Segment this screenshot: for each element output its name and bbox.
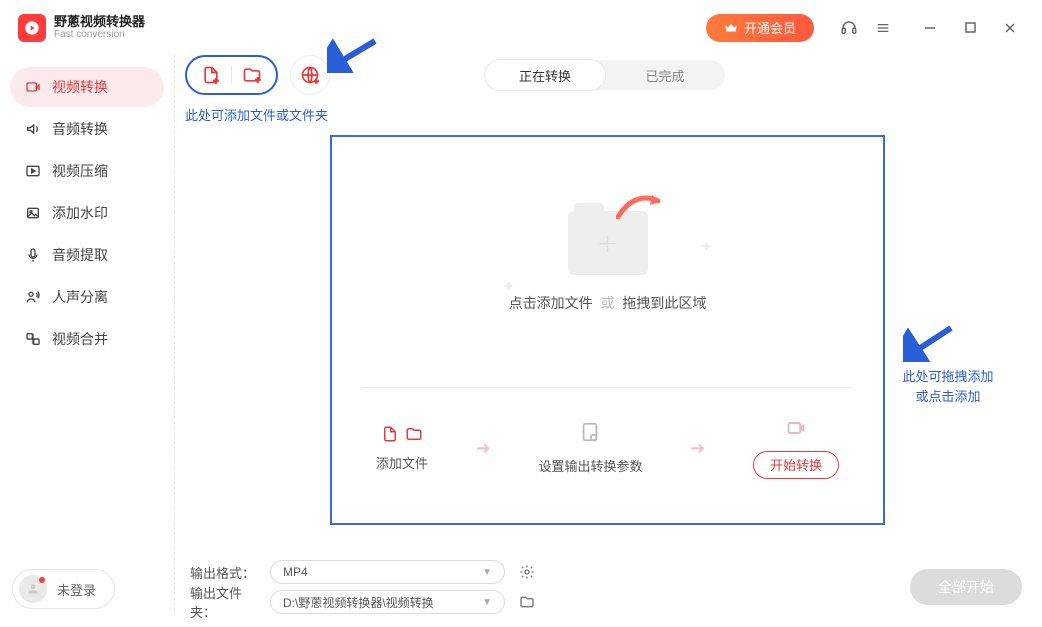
- step-add-file: 添加文件: [376, 425, 428, 472]
- app-subtitle: Fast conversion: [54, 29, 145, 40]
- maximize-button[interactable]: [950, 11, 990, 45]
- login-button[interactable]: 未登录: [12, 569, 115, 609]
- folder-plus-icon: [405, 425, 423, 443]
- video-merge-icon: [24, 331, 42, 347]
- audio-convert-icon: [24, 121, 42, 137]
- output-format-label: 输出格式：: [190, 563, 260, 582]
- globe-icon: +: [300, 65, 320, 85]
- drop-zone-top: ✦ ✦ + ＋ 点击添加文件 或 拖拽到此区域: [332, 137, 883, 387]
- main-area: + + + 此处可添加文件或文件夹 正在转换 已完成 ✦ ✦ +: [175, 55, 1042, 627]
- app-logo-icon: [18, 14, 46, 42]
- menu-icon[interactable]: [866, 11, 900, 45]
- tab-done[interactable]: 已完成: [605, 60, 725, 90]
- sidebar: 视频转换 音频转换 视频压缩 添加水印 音频提取 人声分离 视频合并: [0, 55, 175, 610]
- start-convert-button[interactable]: 开始转换: [753, 451, 839, 479]
- steps-row: 添加文件 ➜ 设置输出转换参数 ➜ 开始转换: [332, 388, 883, 508]
- output-format-select[interactable]: MP4 ▼: [270, 560, 505, 584]
- step-label: 设置输出转换参数: [538, 456, 642, 475]
- output-folder-select[interactable]: D:\野蔥视频转换器\视频转换 ▼: [270, 590, 505, 614]
- arrow-icon: ➜: [690, 438, 705, 459]
- app-logo: 野蔥视频转换器 Fast conversion: [18, 14, 145, 42]
- output-controls: 输出格式： MP4 ▼ 输出文件夹： D:\野蔥视频转换器\视频转换 ▼ 全部开…: [190, 557, 1027, 617]
- svg-text:+: +: [314, 76, 319, 85]
- annotation-arrow-icon: [327, 35, 377, 73]
- or-text: 或: [601, 295, 615, 311]
- tab-converting[interactable]: 正在转换: [485, 60, 605, 90]
- video-convert-icon: [24, 79, 42, 95]
- sparkle-icon: +: [694, 299, 703, 317]
- avatar-icon: [19, 575, 47, 603]
- status-tabs: 正在转换 已完成: [485, 60, 725, 90]
- add-file-button[interactable]: +: [201, 65, 221, 85]
- add-file-folder-group: + +: [185, 55, 278, 95]
- crown-icon: [724, 21, 738, 35]
- close-button[interactable]: [990, 11, 1030, 45]
- titlebar: 野蔥视频转换器 Fast conversion 开通会员: [0, 0, 1042, 55]
- sidebar-item-video-merge[interactable]: 视频合并: [10, 319, 164, 359]
- sparkle-icon: ✦: [700, 237, 713, 257]
- folder-illustration: ＋: [568, 211, 648, 275]
- output-folder-label: 输出文件夹：: [190, 583, 260, 621]
- sidebar-item-label: 视频压缩: [52, 161, 108, 181]
- chevron-down-icon: ▼: [482, 567, 492, 578]
- step-label: 添加文件: [376, 453, 428, 472]
- step-settings: 设置输出转换参数: [538, 421, 642, 475]
- app-title: 野蔥视频转换器: [54, 15, 145, 29]
- toolbar: + + +: [185, 55, 330, 95]
- sidebar-item-audio-convert[interactable]: 音频转换: [10, 109, 164, 149]
- vip-label: 开通会员: [744, 18, 796, 37]
- format-settings-button[interactable]: [515, 560, 539, 584]
- select-value: MP4: [283, 565, 308, 579]
- arrow-icon: ➜: [476, 438, 491, 459]
- sparkle-icon: ✦: [502, 277, 515, 297]
- annotation-arrow-icon: [903, 322, 953, 362]
- add-folder-button[interactable]: +: [242, 65, 262, 85]
- sidebar-item-label: 视频转换: [52, 77, 108, 97]
- camera-icon: [784, 418, 808, 438]
- click-add-text: 点击添加文件: [509, 295, 593, 311]
- sidebar-item-label: 音频转换: [52, 119, 108, 139]
- sidebar-item-label: 音频提取: [52, 245, 108, 265]
- start-all-button[interactable]: 全部开始: [910, 569, 1022, 605]
- minimize-button[interactable]: [910, 11, 950, 45]
- drop-zone[interactable]: ✦ ✦ + ＋ 点击添加文件 或 拖拽到此区域 添加文件 ➜: [330, 135, 885, 525]
- sidebar-item-label: 添加水印: [52, 203, 108, 223]
- sidebar-item-label: 人声分离: [52, 287, 108, 307]
- video-compress-icon: [24, 163, 42, 179]
- annotation-drop-hint: 此处可拖拽添加 或点击添加: [893, 367, 1003, 406]
- window-controls: [910, 11, 1030, 45]
- annotation-add-hint: 此处可添加文件或文件夹: [185, 105, 328, 124]
- sidebar-item-watermark[interactable]: 添加水印: [10, 193, 164, 233]
- support-icon[interactable]: [832, 11, 866, 45]
- file-plus-icon: [381, 425, 399, 443]
- swoosh-icon: [616, 191, 662, 221]
- add-url-button[interactable]: +: [290, 55, 330, 95]
- login-label: 未登录: [57, 580, 96, 599]
- drop-zone-text: 点击添加文件 或 拖拽到此区域: [509, 293, 707, 313]
- sidebar-item-label: 视频合并: [52, 329, 108, 349]
- sidebar-item-video-convert[interactable]: 视频转换: [10, 67, 164, 107]
- settings-doc-icon: [579, 421, 601, 443]
- sidebar-item-audio-extract[interactable]: 音频提取: [10, 235, 164, 275]
- voice-separate-icon: [24, 289, 42, 305]
- watermark-icon: [24, 205, 42, 221]
- divider: [231, 66, 232, 84]
- sidebar-item-voice-separate[interactable]: 人声分离: [10, 277, 164, 317]
- audio-extract-icon: [24, 247, 42, 263]
- open-folder-button[interactable]: [515, 590, 539, 614]
- sidebar-item-video-compress[interactable]: 视频压缩: [10, 151, 164, 191]
- svg-text:+: +: [255, 75, 260, 85]
- vip-button[interactable]: 开通会员: [706, 14, 814, 42]
- step-start: 开始转换: [753, 418, 839, 479]
- chevron-down-icon: ▼: [482, 597, 492, 608]
- select-value: D:\野蔥视频转换器\视频转换: [283, 594, 434, 611]
- svg-text:+: +: [214, 75, 219, 85]
